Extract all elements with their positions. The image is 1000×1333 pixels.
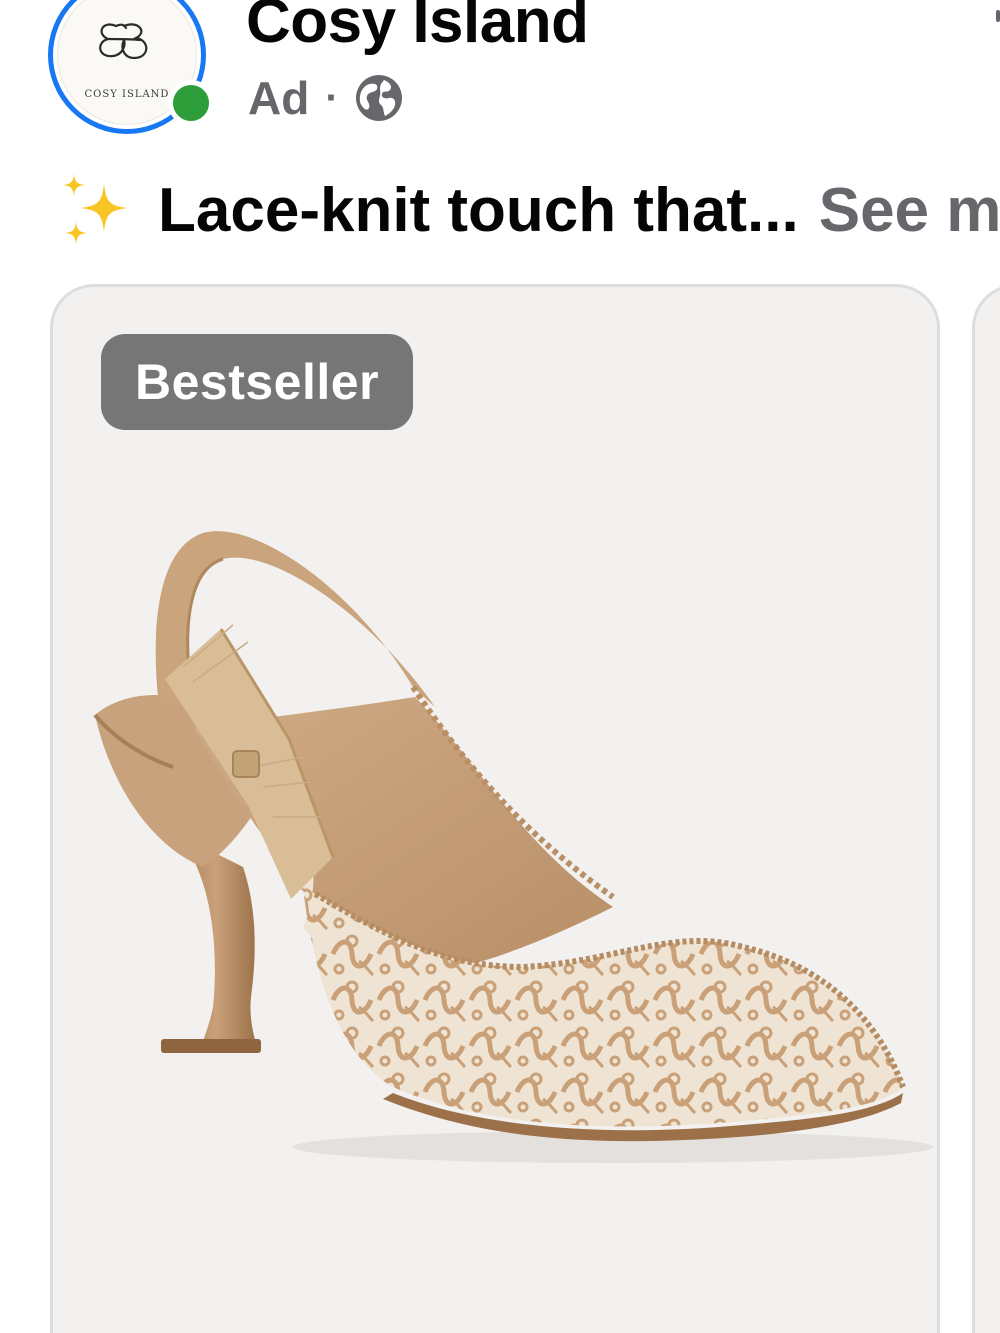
meta-separator: · <box>325 75 339 120</box>
post-caption: Lace-knit touch that... See more <box>56 170 1000 250</box>
more-options-icon[interactable] <box>996 10 1000 22</box>
page-name-link[interactable]: Cosy Island <box>246 0 589 57</box>
page-avatar[interactable]: COSY ISLAND <box>48 0 214 142</box>
see-more-link[interactable]: See more <box>819 175 1000 246</box>
carousel-card[interactable]: Bestseller <box>50 284 940 1333</box>
product-image[interactable] <box>53 287 940 1333</box>
online-status-dot <box>168 80 214 126</box>
globe-icon[interactable] <box>353 72 405 124</box>
sparkles-icon <box>63 174 128 244</box>
caption-text: Lace-knit touch that... <box>158 175 799 245</box>
ad-post: COSY ISLAND Cosy Island Ad · Lace-knit t… <box>0 0 1000 1333</box>
carousel-card-next[interactable] <box>972 284 1000 1333</box>
sponsored-label[interactable]: Ad <box>248 71 309 125</box>
post-meta: Ad · <box>248 68 405 128</box>
bestseller-badge: Bestseller <box>101 334 414 430</box>
